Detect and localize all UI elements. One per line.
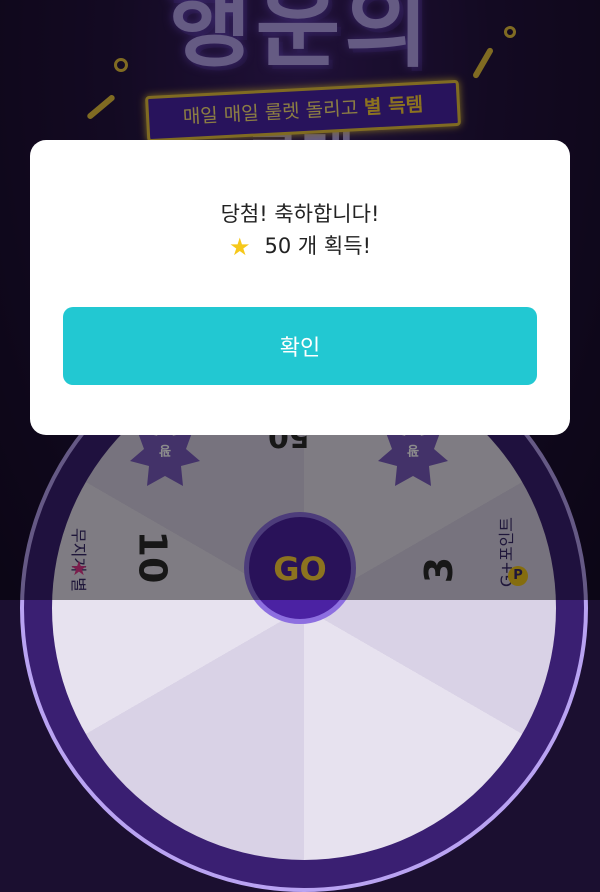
win-dialog: 당첨! 축하합니다! ★ 50 개 획득! 확인 <box>30 140 570 435</box>
reward-message: ★ 50 개 획득! <box>30 230 570 261</box>
reward-text: 50 개 획득! <box>264 234 371 258</box>
confirm-button[interactable]: 확인 <box>63 307 537 385</box>
star-icon: ★ <box>229 233 251 261</box>
win-message: 당첨! 축하합니다! <box>220 202 380 226</box>
